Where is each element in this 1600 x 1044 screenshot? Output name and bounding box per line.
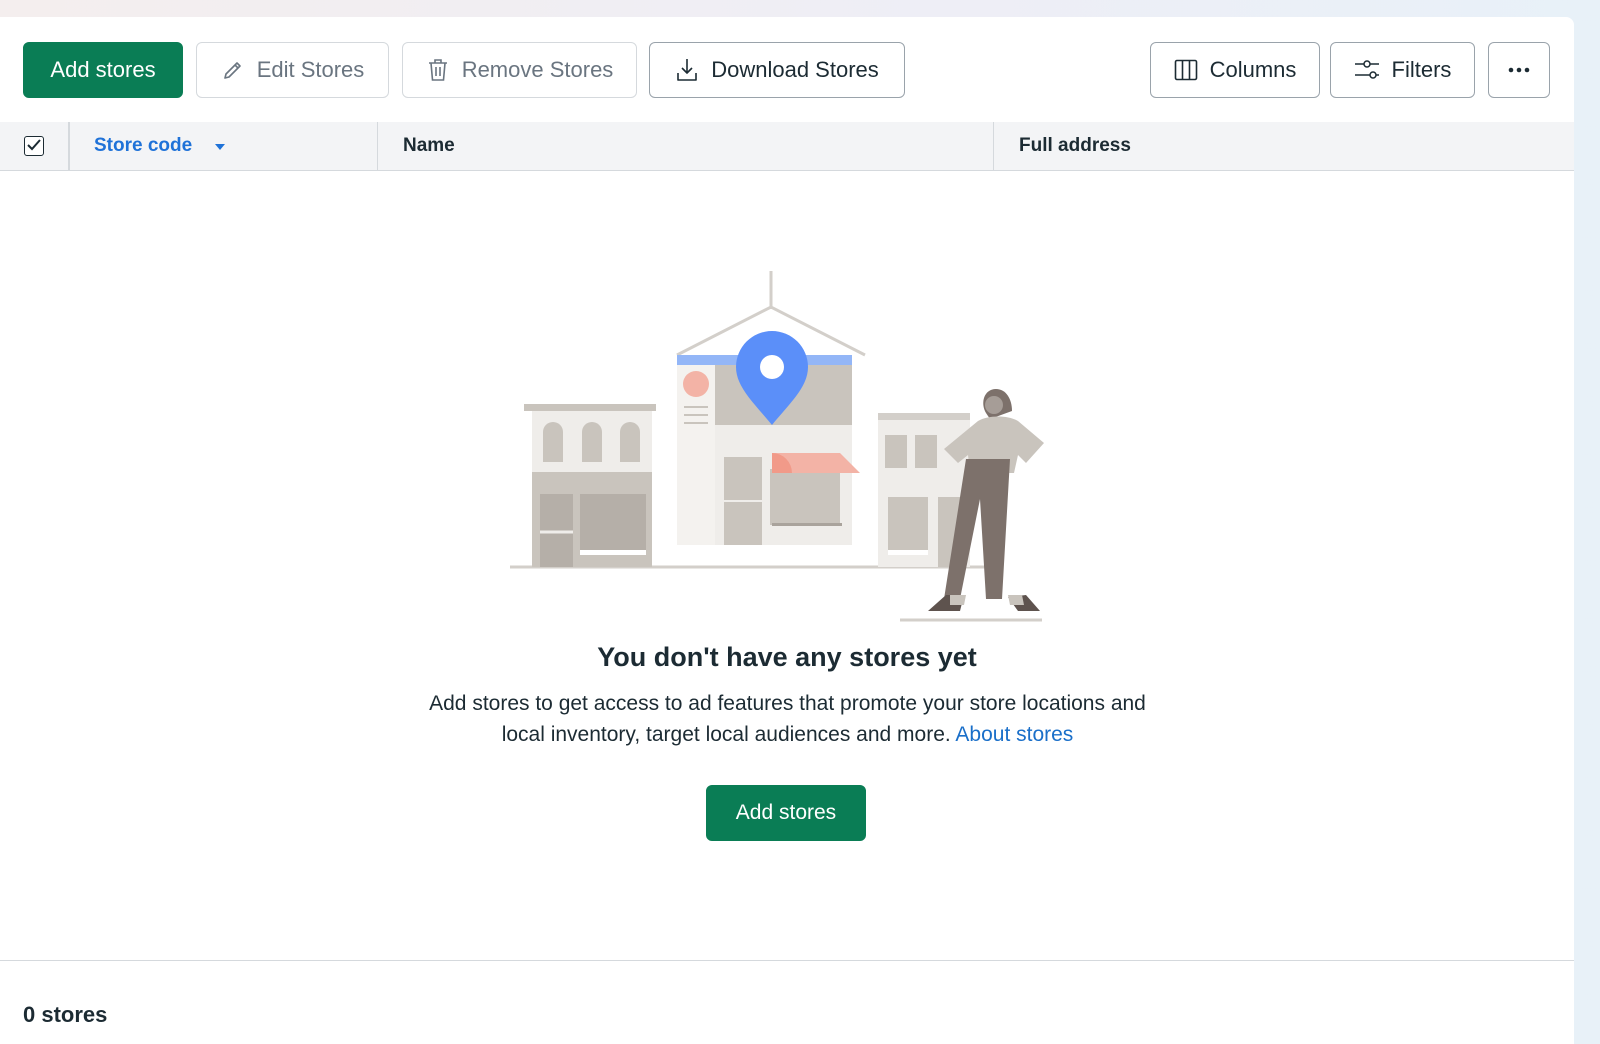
add-stores-empty-button[interactable]: Add stores bbox=[706, 785, 866, 841]
check-icon bbox=[27, 135, 41, 157]
add-stores-empty-label: Add stores bbox=[735, 801, 837, 824]
add-stores-label: Add stores bbox=[50, 57, 156, 82]
trash-icon bbox=[426, 57, 450, 83]
columns-label: Columns bbox=[1209, 57, 1297, 82]
edit-stores-label: Edit Stores bbox=[256, 57, 365, 82]
edit-stores-button[interactable]: Edit Stores bbox=[196, 42, 389, 98]
stores-panel: Add stores Edit Stores Remove Stores Dow… bbox=[0, 17, 1574, 1044]
toolbar: Add stores Edit Stores Remove Stores Dow… bbox=[23, 42, 1550, 98]
sort-caret-icon[interactable] bbox=[214, 135, 226, 157]
storefront-illustration bbox=[504, 271, 1044, 622]
more-options-button[interactable] bbox=[1488, 42, 1550, 98]
empty-state-illustration bbox=[504, 257, 1070, 632]
footer-divider bbox=[0, 960, 1574, 961]
full-address-header-label: Full address bbox=[1019, 135, 1131, 156]
table-header: Store code Name Full address bbox=[0, 122, 1574, 171]
remove-stores-label: Remove Stores bbox=[461, 57, 614, 82]
store-count: 0 stores bbox=[23, 1002, 108, 1027]
name-header-label: Name bbox=[403, 135, 455, 156]
pencil-icon bbox=[221, 58, 245, 82]
filters-icon bbox=[1354, 59, 1380, 81]
add-stores-button[interactable]: Add stores bbox=[23, 42, 183, 98]
download-stores-label: Download Stores bbox=[711, 57, 879, 82]
column-header-full-address[interactable]: Full address bbox=[994, 122, 1574, 170]
about-stores-link[interactable]: About stores bbox=[955, 723, 1073, 746]
empty-state-title: You don't have any stores yet bbox=[597, 642, 977, 672]
column-header-name[interactable]: Name bbox=[378, 122, 994, 170]
select-all-cell bbox=[0, 122, 70, 170]
more-icon bbox=[1508, 67, 1530, 73]
columns-icon bbox=[1174, 59, 1198, 81]
download-icon bbox=[675, 57, 699, 83]
filters-label: Filters bbox=[1391, 57, 1452, 82]
download-stores-button[interactable]: Download Stores bbox=[649, 42, 905, 98]
remove-stores-button[interactable]: Remove Stores bbox=[402, 42, 637, 98]
empty-state-description: Add stores to get access to ad features … bbox=[410, 688, 1165, 750]
select-all-checkbox[interactable] bbox=[24, 136, 44, 156]
filters-button[interactable]: Filters bbox=[1330, 42, 1475, 98]
columns-button[interactable]: Columns bbox=[1150, 42, 1320, 98]
store-code-header-label: Store code bbox=[94, 135, 193, 156]
column-header-store-code[interactable]: Store code bbox=[70, 122, 378, 170]
